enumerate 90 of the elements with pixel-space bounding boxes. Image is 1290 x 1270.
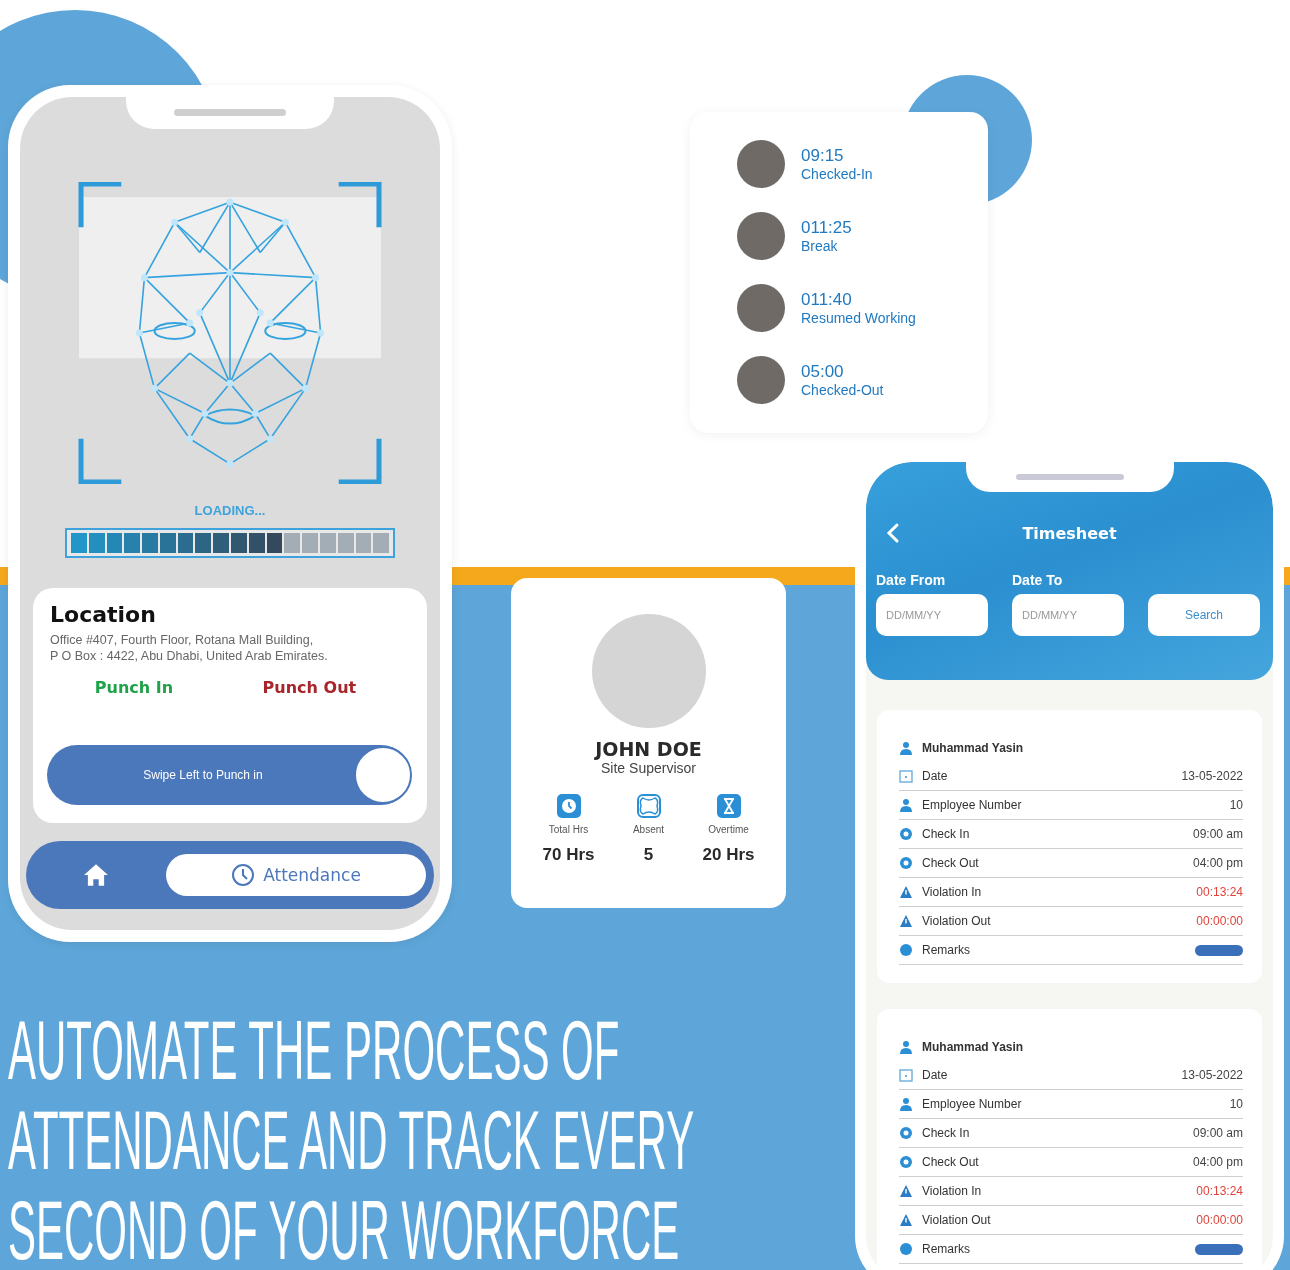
profile-name: JOHN DOE bbox=[595, 738, 702, 760]
warning-icon bbox=[899, 1213, 913, 1227]
record-value: 00:13:24 bbox=[1196, 1184, 1243, 1198]
person-icon bbox=[899, 741, 913, 755]
record-value: 09:00 am bbox=[1192, 827, 1243, 841]
headline-line: ATTENDANCE AND TRACK EVERY bbox=[8, 1095, 695, 1185]
event-time: 011:25 bbox=[801, 218, 852, 238]
slider-thumb[interactable] bbox=[354, 746, 412, 804]
headline-line: SECOND OF YOUR WORKFORCE bbox=[8, 1185, 680, 1270]
record-label: Date bbox=[922, 1068, 949, 1082]
record-value: 13-05-2022 bbox=[1181, 769, 1243, 783]
clock-icon bbox=[899, 1155, 913, 1169]
calendar-icon bbox=[899, 769, 913, 783]
record-label: Violation In bbox=[922, 1184, 983, 1198]
record-value: 10 bbox=[1229, 798, 1243, 812]
record-value: 00:13:24 bbox=[1196, 885, 1243, 899]
remarks-badge[interactable] bbox=[1195, 944, 1243, 956]
date-to-field[interactable]: DD/MM/YY bbox=[1012, 594, 1124, 636]
event-label: Checked-In bbox=[801, 166, 873, 182]
event-time: 05:00 bbox=[801, 362, 845, 382]
record-label: Check Out bbox=[922, 856, 980, 870]
record-label: Remarks bbox=[922, 1242, 971, 1256]
stat-value: 5 bbox=[643, 845, 654, 865]
record-value: 09:00 am bbox=[1192, 1126, 1243, 1140]
swipe-slider[interactable]: Swipe Left to Punch in bbox=[47, 745, 411, 805]
back-icon[interactable] bbox=[886, 522, 900, 544]
stat-value: 70 Hrs bbox=[542, 845, 595, 865]
comment-icon bbox=[899, 1242, 913, 1256]
record-label: Violation Out bbox=[922, 1213, 992, 1227]
avatar-placeholder bbox=[737, 284, 785, 332]
home-icon bbox=[83, 862, 109, 888]
record-label: Employee Number bbox=[922, 1097, 1023, 1111]
record-label: Muhammad Yasin bbox=[922, 1040, 1025, 1054]
record-label: Date bbox=[922, 769, 949, 783]
record-value: 13-05-2022 bbox=[1181, 1068, 1243, 1082]
comment-icon bbox=[899, 943, 913, 957]
warning-icon bbox=[899, 914, 913, 928]
stat-value: 20 Hrs bbox=[702, 845, 755, 865]
person-icon bbox=[899, 1040, 913, 1054]
clock-icon bbox=[899, 856, 913, 870]
record-label: Muhammad Yasin bbox=[922, 741, 1025, 755]
person-icon bbox=[899, 1097, 913, 1111]
record-value: 10 bbox=[1229, 1097, 1243, 1111]
loading-label: LOADING... bbox=[194, 503, 266, 518]
avatar-placeholder bbox=[737, 212, 785, 260]
record-label: Check In bbox=[922, 827, 971, 841]
record-value: 00:00:00 bbox=[1196, 1213, 1243, 1227]
record-label: Employee Number bbox=[922, 798, 1023, 812]
stat-label: Absent bbox=[632, 824, 665, 835]
location-address: Office #407, Fourth Floor, Rotana Mall Building, P O Box : 4422, Abu Dhabi, United Arab Emirates. bbox=[50, 632, 329, 664]
clock-icon bbox=[899, 827, 913, 841]
stat-label: Total Hrs bbox=[548, 824, 589, 835]
screen-title: Timesheet bbox=[1022, 523, 1117, 543]
record-label: Violation In bbox=[922, 885, 983, 899]
record-value: 04:00 pm bbox=[1192, 856, 1243, 870]
clock-icon bbox=[556, 794, 581, 818]
swipe-label: Swipe Left to Punch in bbox=[142, 768, 264, 782]
record-label: Remarks bbox=[922, 943, 971, 957]
clock-icon bbox=[899, 1126, 913, 1140]
punch-out-button[interactable]: Punch Out bbox=[262, 678, 357, 697]
record-label: Check Out bbox=[922, 1155, 980, 1169]
avatar-placeholder bbox=[737, 140, 785, 188]
avatar-placeholder bbox=[737, 356, 785, 404]
calendar-icon bbox=[899, 1068, 913, 1082]
stat-label: Overtime bbox=[708, 824, 749, 835]
record-value: 04:00 pm bbox=[1192, 1155, 1243, 1169]
record-label: Check In bbox=[922, 1126, 971, 1140]
attendance-tab[interactable]: Attendance bbox=[166, 854, 426, 896]
punch-in-button[interactable]: Punch In bbox=[94, 678, 174, 697]
warning-icon bbox=[899, 1184, 913, 1198]
warning-icon bbox=[899, 885, 913, 899]
record-value: 00:00:00 bbox=[1196, 914, 1243, 928]
absent-icon bbox=[636, 794, 661, 818]
date-from-field[interactable]: DD/MM/YY bbox=[876, 594, 988, 636]
event-time: 011:40 bbox=[801, 290, 853, 310]
field-label: Date To bbox=[1012, 572, 1064, 588]
field-label: Date From bbox=[876, 572, 947, 588]
profile-role: Site Supervisor bbox=[601, 760, 696, 776]
event-label: Resumed Working bbox=[801, 310, 916, 326]
hourglass-icon bbox=[716, 794, 741, 818]
search-button[interactable]: Search bbox=[1148, 594, 1260, 636]
person-icon bbox=[899, 798, 913, 812]
event-label: Checked-Out bbox=[801, 382, 884, 398]
event-label: Break bbox=[801, 238, 839, 254]
clock-icon bbox=[231, 863, 256, 887]
remarks-badge[interactable] bbox=[1195, 1243, 1243, 1255]
record-label: Violation Out bbox=[922, 914, 992, 928]
location-title: Location bbox=[50, 602, 157, 627]
headline-line: AUTOMATE THE PROCESS OF bbox=[8, 1005, 620, 1095]
event-time: 09:15 bbox=[801, 146, 845, 166]
